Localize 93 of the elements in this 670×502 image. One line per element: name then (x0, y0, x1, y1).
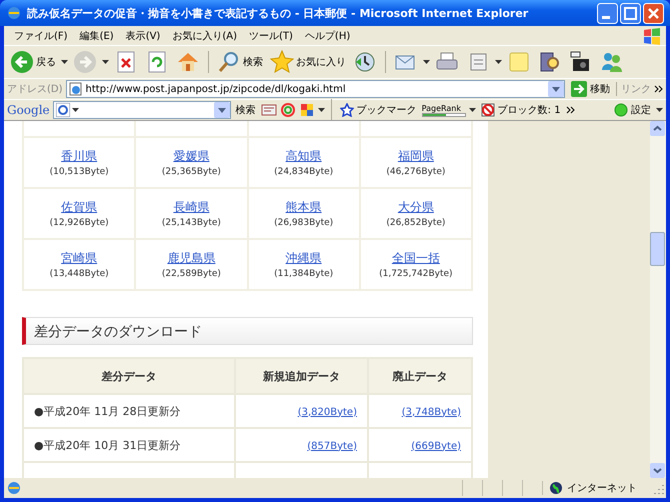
dropdown-icon[interactable] (548, 81, 564, 97)
file-size: (1,725,742Byte) (378, 269, 454, 279)
column-header: 差分データ (23, 358, 235, 394)
blocked-icon (480, 103, 495, 117)
minimize-icon[interactable] (597, 2, 618, 24)
chevron-icon[interactable] (654, 85, 663, 93)
file-size: (12,926Byte) (48, 218, 110, 228)
home-icon (176, 50, 200, 74)
spiral-icon[interactable] (280, 102, 296, 118)
maximize-icon[interactable] (620, 2, 641, 24)
caret-icon[interactable] (318, 108, 325, 112)
dropdown-icon[interactable] (214, 102, 230, 118)
menu-item[interactable]: ツール(T) (243, 28, 299, 42)
note-icon (507, 50, 531, 74)
back-button[interactable]: 戻る (8, 48, 58, 76)
pagerank-meter: PageRank (422, 104, 466, 116)
scroll-thumb[interactable] (650, 232, 665, 266)
file-size: (10,513Byte) (48, 167, 110, 177)
caret-icon[interactable] (468, 108, 476, 112)
search-button[interactable]: 検索 (215, 48, 265, 76)
caret-icon[interactable] (656, 108, 663, 112)
scrollbar[interactable] (650, 121, 666, 478)
prefecture-link[interactable]: 沖縄県 (286, 250, 322, 267)
table-cell: ●平成20年 11月 28日更新分 (23, 394, 235, 428)
file-size: (25,365Byte) (160, 167, 222, 177)
prefecture-link[interactable]: 長崎県 (173, 199, 210, 216)
prefecture-link[interactable]: 全国一括 (392, 250, 440, 267)
address-field[interactable]: http://www.post.japanpost.jp/zipcode/dl/kogaki.html (66, 80, 565, 98)
status-indicator-icon (614, 103, 628, 117)
section-heading: 差分データのダウンロード (22, 317, 473, 345)
prefecture-link[interactable]: 福岡県 (398, 148, 434, 165)
windows-flag-icon (642, 26, 662, 44)
prefecture-link[interactable]: 宮崎県 (61, 250, 98, 267)
close-icon[interactable] (643, 2, 664, 24)
zone-label: インターネット (567, 482, 637, 495)
dropdown-caret-icon[interactable] (61, 60, 68, 64)
file-size: (26,983Byte) (273, 218, 334, 228)
search-button[interactable]: 検索 (234, 103, 258, 117)
google-logo: Google (7, 103, 50, 117)
star-outline-icon (340, 103, 354, 117)
file-size: (22,589Byte) (160, 269, 222, 279)
browser-icon (6, 5, 22, 21)
file-size: (26,852Byte) (385, 218, 446, 228)
menu-item[interactable]: 表示(V) (120, 28, 166, 42)
menu-item[interactable]: ファイル(F) (8, 28, 74, 42)
column-header: 廃止データ (368, 358, 472, 394)
google-search-field[interactable] (52, 101, 231, 119)
download-link[interactable]: (3,748Byte) (402, 406, 461, 418)
column-header: 新規追加データ (235, 358, 368, 394)
star-icon (270, 50, 294, 74)
menu-item[interactable]: ヘルプ(H) (298, 28, 356, 42)
download-link[interactable]: (3,820Byte) (298, 406, 357, 418)
table-cell: ●平成20年 10月 31日更新分 (23, 428, 235, 462)
menu-item[interactable]: 編集(E) (74, 28, 120, 42)
prefecture-link[interactable]: 愛媛県 (173, 148, 210, 165)
book-search-icon (538, 50, 562, 74)
prefecture-link[interactable]: 熊本県 (286, 199, 322, 216)
file-size: (11,384Byte) (273, 269, 334, 279)
dropdown-caret-icon[interactable] (423, 60, 430, 64)
favorites-button[interactable]: お気に入り (268, 48, 348, 76)
history-icon (353, 50, 377, 74)
globe-icon (549, 481, 563, 495)
go-button[interactable]: 移動 (568, 81, 613, 97)
address-label: アドレス(D) (7, 83, 63, 96)
page-icon (68, 82, 83, 96)
bookmarks-button[interactable]: ブックマーク (338, 103, 419, 117)
scroll-down-icon (650, 463, 665, 478)
people-icon (600, 50, 624, 74)
menu-item[interactable]: お気に入り(A) (166, 28, 243, 42)
file-size: (13,448Byte) (48, 269, 110, 279)
page-icon (6, 480, 22, 496)
magnifier-icon (217, 50, 241, 74)
caret-icon (72, 108, 79, 112)
file-size: (25,143Byte) (160, 218, 222, 228)
download-link[interactable]: (857Byte) (307, 440, 357, 452)
file-size: (24,834Byte) (273, 167, 334, 177)
prefecture-link[interactable]: 高知県 (286, 148, 322, 165)
settings-button[interactable]: 設定 (612, 103, 653, 117)
popup-blocker-button[interactable]: ブロック数: 1 (478, 103, 563, 117)
download-link[interactable]: (669Byte) (411, 440, 461, 452)
chevron-icon[interactable] (566, 106, 575, 114)
prefecture-link[interactable]: 佐賀県 (61, 199, 98, 216)
prefecture-link[interactable]: 大分県 (398, 199, 434, 216)
cube-icon[interactable] (298, 102, 315, 118)
resize-grip-icon (652, 482, 664, 494)
dropdown-caret-icon[interactable] (102, 60, 109, 64)
scroll-up-icon (650, 121, 665, 136)
dropdown-caret-icon[interactable] (495, 60, 502, 64)
prefecture-link[interactable]: 鹿児島県 (167, 250, 216, 267)
file-size: (46,276Byte) (385, 167, 446, 177)
prefecture-link[interactable]: 香川県 (61, 148, 98, 165)
news-icon[interactable] (260, 102, 277, 118)
window-title: 読み仮名データの促音・拗音を小書きで表記するもの - 日本郵便 - Microsoft Internet Explorer (27, 6, 530, 20)
